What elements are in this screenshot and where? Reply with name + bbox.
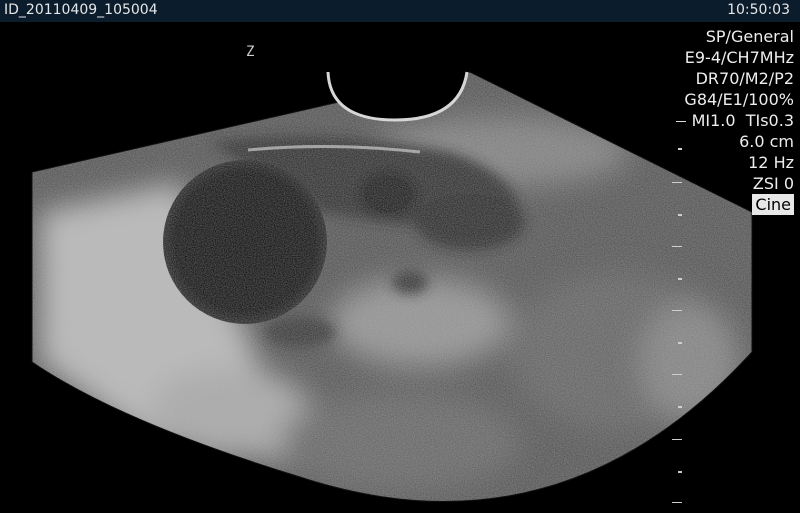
scale-tick: [672, 439, 682, 440]
scale-tick: [672, 246, 682, 247]
scale-tick: [678, 214, 682, 216]
mi-tis-row: MI1.0 TIs0.3: [675, 110, 794, 131]
mi-label: MI1.0: [691, 111, 736, 130]
zsi-label: ZSI 0: [752, 174, 794, 193]
probe-label: E9-4/CH7MHz: [684, 48, 794, 67]
patient-id: ID_20110409_105004: [4, 2, 158, 18]
dynamic-range-label: DR70/M2/P2: [695, 69, 794, 88]
tis-label: TIs0.3: [745, 111, 794, 130]
gain-label: G84/E1/100%: [684, 90, 794, 109]
scale-tick: [678, 342, 682, 344]
scale-tick: [672, 502, 682, 503]
scale-tick: [672, 374, 682, 375]
scale-tick: [678, 148, 682, 150]
scale-tick: [672, 182, 682, 183]
clock-time: 10:50:03: [727, 2, 790, 18]
parameter-panel: SP/General E9-4/CH7MHz DR70/M2/P2 G84/E1…: [675, 26, 794, 215]
cine-button[interactable]: Cine: [752, 194, 794, 215]
scale-tick: [672, 310, 682, 311]
header-bar: ID_20110409_105004 10:50:03: [0, 0, 800, 22]
frame-rate-label: 12 Hz: [748, 153, 794, 172]
preset-label: SP/General: [705, 27, 794, 46]
focus-marker: [675, 121, 686, 122]
scale-tick: [678, 406, 682, 408]
scale-tick: [678, 471, 682, 473]
depth-label: 6.0 cm: [739, 132, 794, 151]
orientation-marker: Z: [246, 44, 255, 60]
scale-tick: [678, 278, 682, 280]
depth-scale: [672, 130, 692, 510]
